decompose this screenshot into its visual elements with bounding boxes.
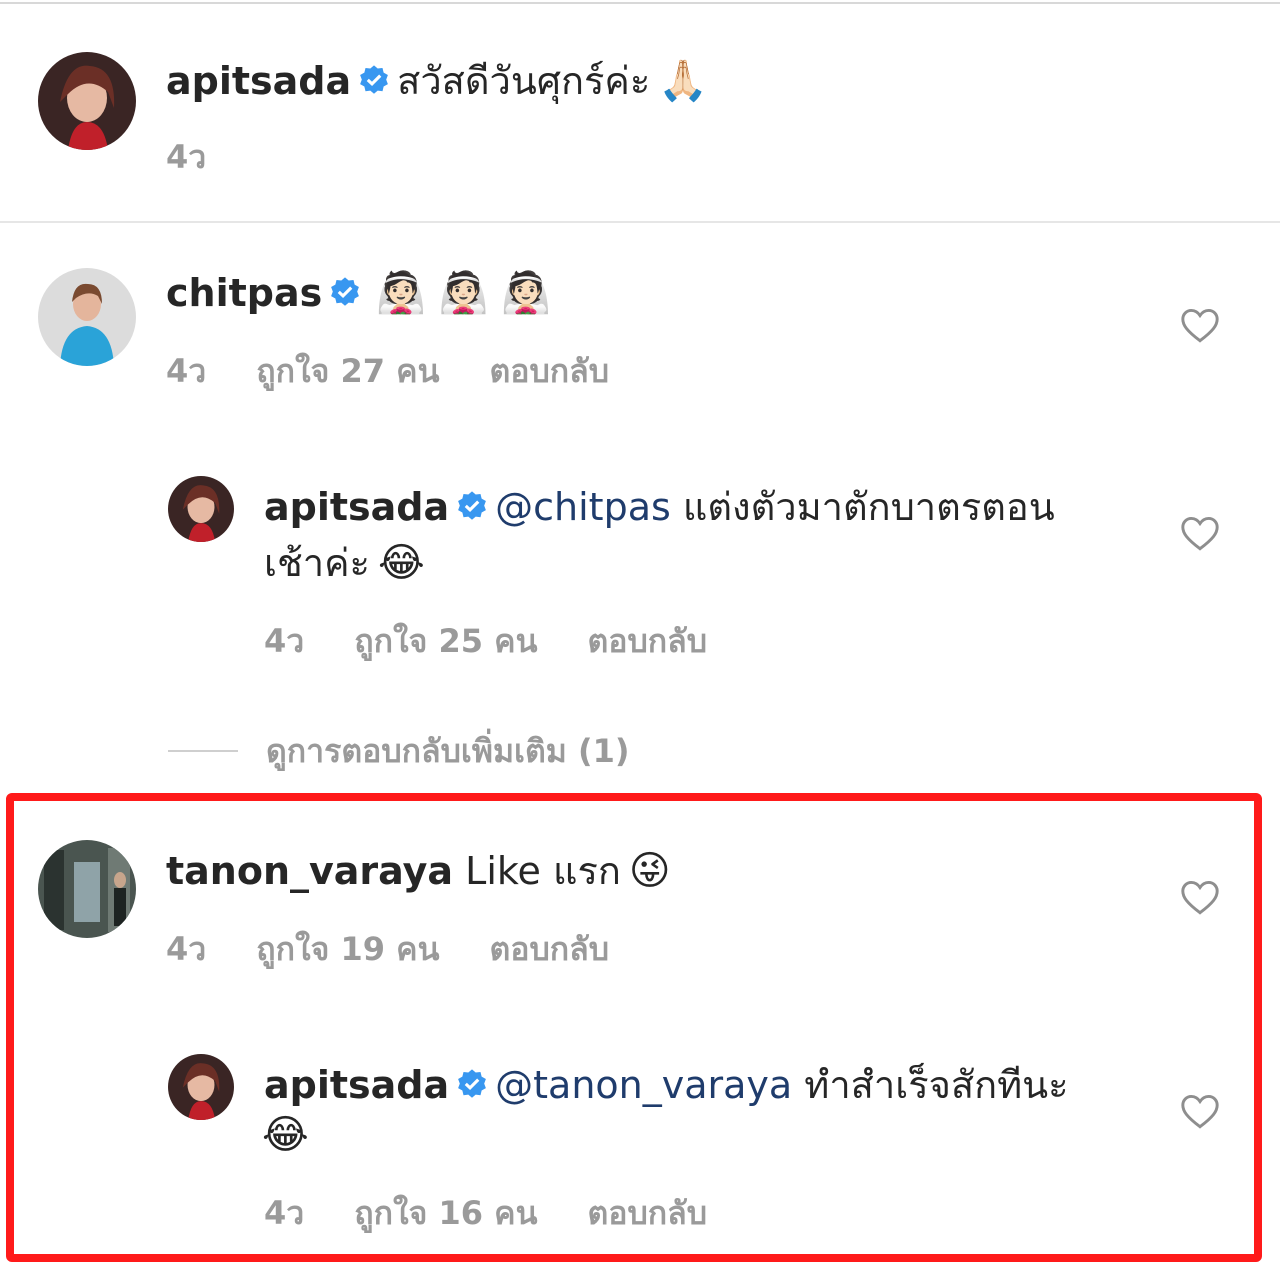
reply-username[interactable]: apitsada [264, 485, 449, 529]
verified-badge-icon [331, 277, 360, 306]
caption-meta: 4ว [166, 132, 256, 183]
like-heart-icon[interactable] [1180, 1094, 1220, 1130]
view-more-label[interactable]: ดูการตอบกลับเพิ่มเติม (1) [266, 726, 630, 777]
reply-likes[interactable]: ถูกใจ 25 คน [354, 622, 537, 660]
like-heart-icon[interactable] [1180, 880, 1220, 916]
comment-text: Like แรก [465, 849, 621, 893]
reply-button[interactable]: ตอบกลับ [587, 622, 707, 660]
avatar-apitsada[interactable] [168, 1054, 234, 1120]
reply-time: 4ว [264, 622, 305, 660]
comment-time: 4ว [166, 930, 207, 968]
avatar-apitsada[interactable] [168, 476, 234, 542]
comment-emoji: 😜 [628, 848, 671, 894]
reply-line-2: 😂 [262, 1108, 309, 1162]
reply-time: 4ว [264, 1194, 305, 1232]
comment-username[interactable]: tanon_varaya [166, 849, 453, 893]
reply-emoji: 😂 [262, 1112, 309, 1158]
view-more-line [168, 750, 238, 752]
comment-likes[interactable]: ถูกใจ 27 คน [256, 352, 439, 390]
avatar-apitsada[interactable] [38, 52, 136, 150]
view-more-replies[interactable]: ดูการตอบกลับเพิ่มเติม (1) [168, 726, 630, 776]
caption-divider [0, 221, 1280, 223]
reply-button[interactable]: ตอบกลับ [489, 352, 609, 390]
caption-username[interactable]: apitsada [166, 59, 351, 103]
caption-text: สวัสดีวันศุกร์ค่ะ [397, 59, 651, 103]
reply-text: แต่งตัวมาตักบาตรตอน [682, 485, 1055, 529]
verified-badge-icon [360, 65, 389, 94]
caption-emoji: 🙏🏻 [658, 58, 709, 104]
comment-likes[interactable]: ถูกใจ 19 คน [256, 930, 439, 968]
comment-meta: 4ว ถูกใจ 19 คน ตอบกลับ [166, 924, 659, 975]
comment-username[interactable]: chitpas [166, 271, 322, 315]
reply-mention[interactable]: @chitpas [495, 485, 671, 529]
reply-line-2: เช้าค่ะ 😂 [264, 536, 425, 590]
caption-line: apitsada สวัสดีวันศุกร์ค่ะ 🙏🏻 [166, 54, 708, 108]
reply-meta: 4ว ถูกใจ 16 คน ตอบกลับ [264, 1188, 757, 1239]
reply-mention[interactable]: @tanon_varaya [495, 1063, 792, 1107]
reply-likes[interactable]: ถูกใจ 16 คน [354, 1194, 537, 1232]
reply-line-1: apitsada @chitpas แต่งตัวมาตักบาตรตอน [264, 480, 1055, 534]
caption-time: 4ว [166, 138, 207, 176]
reply-emoji: 😂 [377, 540, 425, 586]
comment-meta: 4ว ถูกใจ 27 คน ตอบกลับ [166, 346, 659, 397]
avatar-chitpas[interactable] [38, 268, 136, 366]
comment-line-chitpas: chitpas 👰🏻 👰🏻 👰🏻 [166, 266, 551, 320]
reply-username[interactable]: apitsada [264, 1063, 449, 1107]
comment-time: 4ว [166, 352, 207, 390]
reply-line-1: apitsada @tanon_varaya ทำสำเร็จสักทีนะ [264, 1058, 1069, 1112]
verified-badge-icon [458, 491, 487, 520]
reply-text-continued: เช้าค่ะ [264, 541, 370, 585]
reply-button[interactable]: ตอบกลับ [587, 1194, 707, 1232]
reply-meta: 4ว ถูกใจ 25 คน ตอบกลับ [264, 616, 757, 667]
comment-line-tanon: tanon_varaya Like แรก 😜 [166, 844, 671, 898]
reply-button[interactable]: ตอบกลับ [489, 930, 609, 968]
verified-badge-icon [458, 1069, 487, 1098]
comment-emoji: 👰🏻 👰🏻 👰🏻 [376, 270, 552, 316]
top-divider [0, 2, 1280, 4]
avatar-tanon-varaya[interactable] [38, 840, 136, 938]
reply-text: ทำสำเร็จสักทีนะ [804, 1063, 1069, 1107]
like-heart-icon[interactable] [1180, 516, 1220, 552]
like-heart-icon[interactable] [1180, 308, 1220, 344]
